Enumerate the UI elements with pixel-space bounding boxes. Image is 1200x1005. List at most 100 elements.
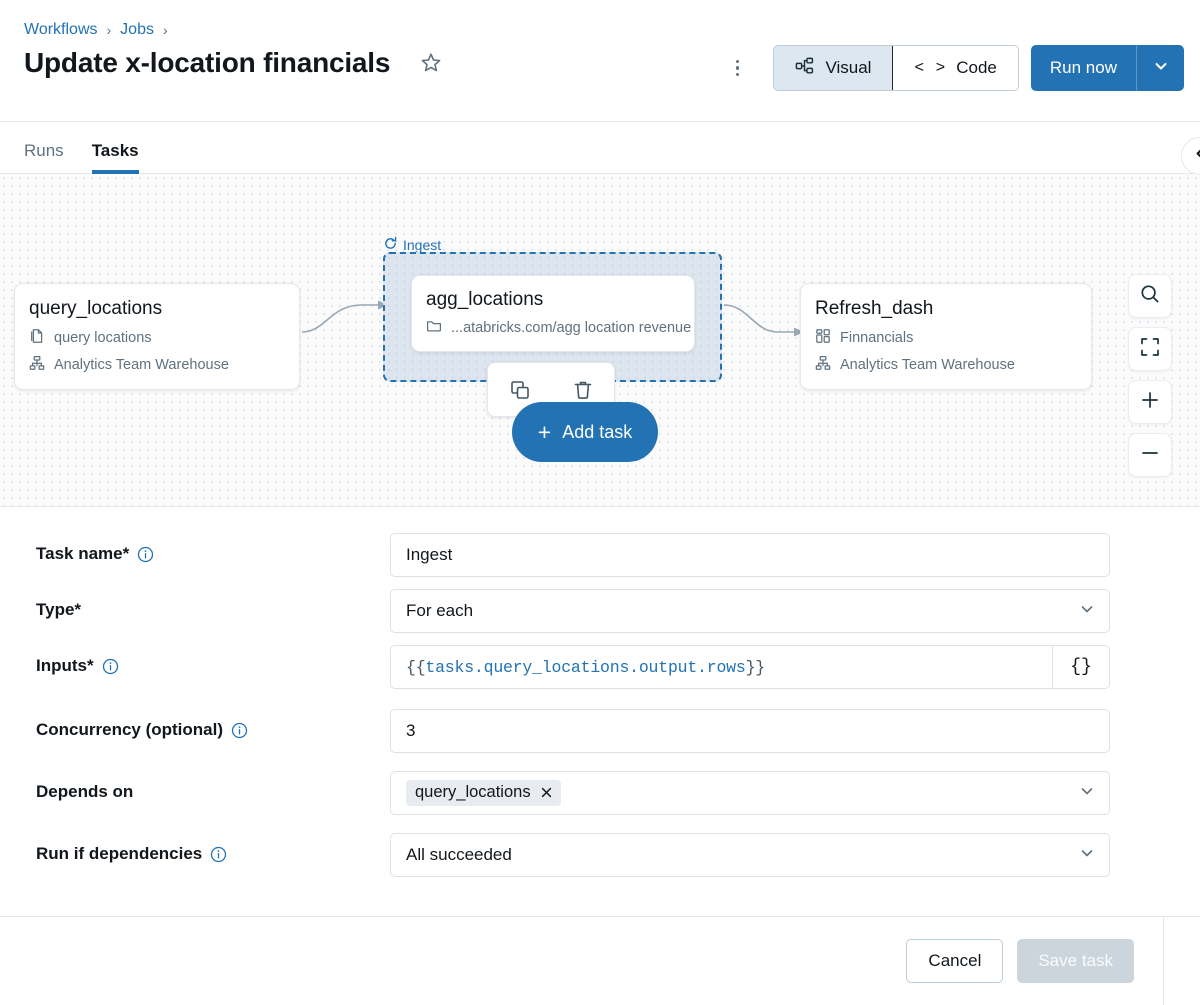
concurrency-input[interactable]: 3 (390, 709, 1110, 753)
task-node-meta: ...atabricks.com/agg location revenue (426, 318, 680, 338)
chevron-down-icon (1152, 57, 1170, 80)
run-now-button[interactable]: Run now (1031, 45, 1136, 91)
notebook-icon (29, 328, 45, 348)
inputs-expression-input[interactable]: {{tasks.query_locations.output.rows}} (390, 645, 1053, 689)
workflow-graph-icon (795, 56, 815, 81)
footer-divider (1163, 916, 1164, 1005)
star-icon[interactable] (418, 50, 444, 76)
task-node-meta-label: ...atabricks.com/agg location revenue (451, 320, 691, 336)
info-icon[interactable] (102, 658, 119, 675)
chevron-down-icon (1078, 844, 1096, 867)
form-label-text: Type* (36, 600, 81, 620)
tab-tasks[interactable]: Tasks (92, 141, 139, 173)
type-select-value: For each (406, 601, 473, 621)
task-node-meta-label: Analytics Team Warehouse (840, 357, 1015, 373)
info-icon[interactable] (210, 846, 227, 863)
depends-on-chip-label: query_locations (415, 783, 531, 802)
info-icon[interactable] (137, 546, 154, 563)
form-row-run-if: Run if dependencies All succeeded (0, 833, 1200, 877)
concurrency-value: 3 (406, 721, 415, 741)
inputs-close-brace: }} (746, 658, 765, 677)
view-mode-toggle: Visual < > Code (773, 45, 1018, 91)
depends-on-chip[interactable]: query_locations (406, 780, 561, 806)
info-icon[interactable] (231, 722, 248, 739)
page-title: Update x-location financials (24, 47, 390, 79)
form-label-text: Concurrency (optional) (36, 720, 223, 740)
task-node-meta: Analytics Team Warehouse (815, 355, 1073, 375)
canvas-fit-button[interactable] (1128, 327, 1172, 371)
title-row: Update x-location financials (24, 47, 444, 79)
task-node-agg-locations[interactable]: agg_locations ...atabricks.com/agg locat… (411, 275, 695, 352)
breadcrumb-separator-icon: › (107, 22, 112, 38)
form-label: Type* (36, 589, 390, 620)
task-node-query-locations[interactable]: query_locations query locations (14, 283, 300, 390)
canvas-zoom-out-button[interactable] (1128, 433, 1172, 477)
minus-icon (1138, 441, 1162, 470)
form-control: All succeeded (390, 833, 1110, 877)
job-task-editor-page: Workflows › Jobs › Update x-location fin… (0, 0, 1200, 1005)
run-now-dropdown-button[interactable] (1136, 45, 1184, 91)
canvas-zoom-in-button[interactable] (1128, 380, 1172, 424)
task-node-title: query_locations (29, 298, 281, 320)
section-tabs: Runs Tasks (0, 122, 1200, 174)
task-node-meta: query locations (29, 328, 281, 348)
page-header: Workflows › Jobs › Update x-location fin… (0, 0, 1200, 122)
chevron-down-icon (1078, 782, 1096, 805)
depends-on-select[interactable]: query_locations (390, 771, 1110, 815)
task-node-meta: Analytics Team Warehouse (29, 355, 281, 375)
form-label: Inputs* (36, 645, 390, 676)
chevron-left-icon (1192, 145, 1200, 167)
add-task-button[interactable]: + Add task (512, 402, 658, 462)
breadcrumb-item-workflows[interactable]: Workflows (24, 21, 98, 39)
form-label-text: Inputs* (36, 656, 94, 676)
run-if-value: All succeeded (406, 845, 512, 865)
task-name-input[interactable]: Ingest (390, 533, 1110, 577)
copy-icon[interactable] (503, 373, 537, 407)
plus-icon (1138, 388, 1162, 417)
task-node-title: Refresh_dash (815, 298, 1073, 320)
task-config-form: Task name* Ingest Type* For each (0, 507, 1200, 916)
form-label: Concurrency (optional) (36, 709, 390, 740)
form-control: 3 (390, 709, 1110, 753)
task-node-title: agg_locations (426, 289, 680, 311)
task-node-meta-label: Analytics Team Warehouse (54, 357, 229, 373)
form-control: query_locations (390, 771, 1110, 815)
inputs-expression-path: tasks.query_locations.output.rows (425, 658, 745, 677)
task-node-meta: Finnancials (815, 328, 1073, 348)
form-row-concurrency: Concurrency (optional) 3 (0, 709, 1200, 753)
cancel-button[interactable]: Cancel (906, 939, 1003, 983)
search-icon (1138, 282, 1162, 311)
fit-screen-icon (1139, 336, 1161, 363)
breadcrumb-item-jobs[interactable]: Jobs (120, 21, 154, 39)
tab-code[interactable]: < > Code (893, 46, 1017, 90)
breadcrumb-separator-icon: › (163, 22, 168, 38)
canvas-search-button[interactable] (1128, 274, 1172, 318)
form-label-text: Task name* (36, 544, 129, 564)
type-select[interactable]: For each (390, 589, 1110, 633)
more-vertical-icon[interactable] (720, 51, 754, 85)
warehouse-icon (815, 355, 831, 375)
form-control: Ingest (390, 533, 1110, 577)
form-row-inputs: Inputs* {{tasks.query_locations.output.r… (0, 645, 1200, 689)
task-node-refresh-dash[interactable]: Refresh_dash Finnancials (800, 283, 1092, 390)
breadcrumb: Workflows › Jobs › (24, 21, 168, 39)
form-control: {{tasks.query_locations.output.rows}} {} (390, 645, 1110, 689)
folder-icon (426, 318, 442, 338)
angle-brackets-icon: < > (914, 59, 946, 77)
tab-runs[interactable]: Runs (24, 141, 64, 173)
close-icon[interactable] (539, 785, 554, 800)
inputs-open-brace: {{ (406, 658, 425, 677)
form-row-type: Type* For each (0, 589, 1200, 633)
inputs-braces-button[interactable]: {} (1053, 645, 1110, 689)
run-if-select[interactable]: All succeeded (390, 833, 1110, 877)
plus-icon: + (538, 421, 551, 444)
tab-code-label: Code (956, 58, 997, 78)
task-graph-canvas[interactable]: Ingest query_locations (0, 174, 1200, 507)
tab-visual[interactable]: Visual (774, 46, 893, 90)
form-row-depends-on: Depends on query_locations (0, 771, 1200, 815)
task-node-meta-label: Finnancials (840, 330, 913, 346)
tab-visual-label: Visual (825, 58, 871, 78)
form-label: Depends on (36, 771, 390, 802)
form-label: Run if dependencies (36, 833, 390, 864)
task-node-meta-label: query locations (54, 330, 152, 346)
